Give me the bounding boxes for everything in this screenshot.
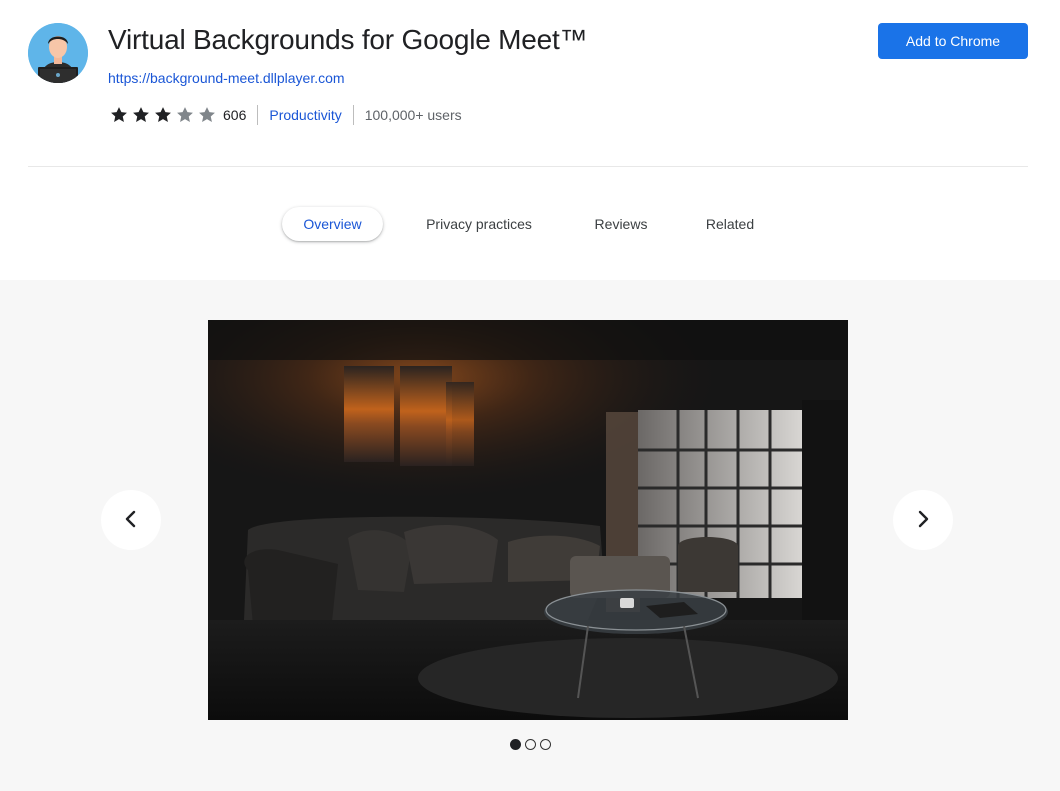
extension-website-link[interactable]: https://background-meet.dllplayer.com [108, 70, 345, 86]
user-count: 100,000+ users [364, 107, 462, 123]
star-filled-icon [133, 107, 149, 122]
meta-divider [352, 105, 354, 125]
chevron-right-icon [913, 509, 933, 532]
gallery-dot[interactable] [509, 739, 521, 750]
section-tabs: Overview Privacy practices Reviews Relat… [0, 207, 1060, 241]
gallery-dot[interactable] [539, 739, 551, 750]
rating-count[interactable]: 606 [223, 107, 246, 123]
star-empty-icon [199, 107, 215, 122]
gallery-slide-image [208, 320, 848, 720]
gallery-dot[interactable] [524, 739, 536, 750]
tab-related[interactable]: Related [692, 207, 768, 241]
screenshot-gallery [0, 280, 1060, 791]
star-empty-icon [177, 107, 193, 122]
star-filled-icon [111, 107, 127, 122]
star-filled-icon [155, 107, 171, 122]
tab-overview[interactable]: Overview [282, 207, 383, 241]
extension-header: Virtual Backgrounds for Google Meet™ htt… [0, 0, 1060, 280]
rating-stars[interactable] [108, 105, 218, 125]
tab-reviews[interactable]: Reviews [580, 207, 662, 241]
extension-title: Virtual Backgrounds for Google Meet™ [108, 24, 588, 55]
extension-meta-row: 606 Productivity 100,000+ users [108, 104, 462, 126]
chevron-left-icon [121, 509, 141, 532]
avatar-person-laptop-icon [28, 23, 88, 83]
gallery-pagination [0, 739, 1060, 750]
gallery-next-button[interactable] [893, 490, 953, 550]
category-link[interactable]: Productivity [269, 107, 341, 123]
gallery-prev-button[interactable] [101, 490, 161, 550]
header-divider [28, 166, 1028, 167]
add-to-chrome-button[interactable]: Add to Chrome [878, 23, 1028, 59]
meta-divider [257, 105, 259, 125]
tab-privacy-practices[interactable]: Privacy practices [409, 207, 549, 241]
